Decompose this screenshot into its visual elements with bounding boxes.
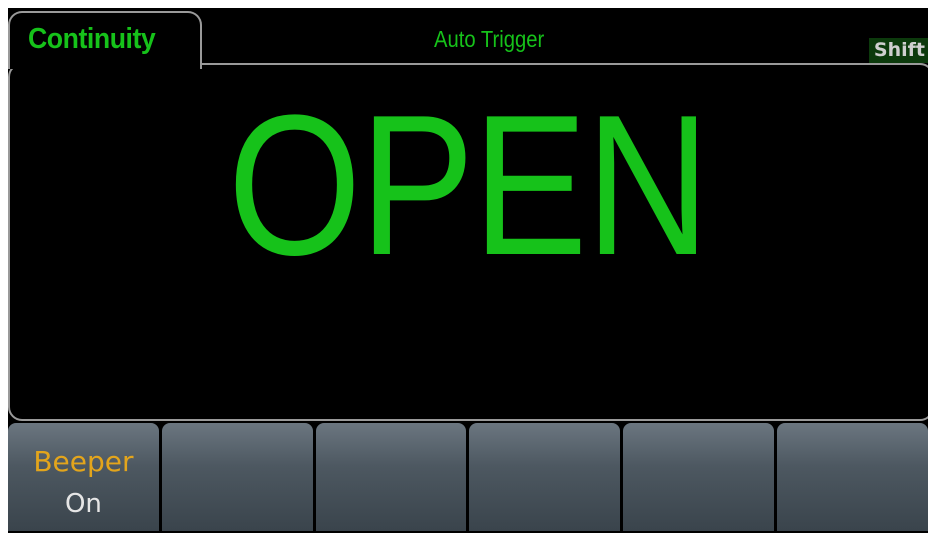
- shift-indicator: Shift: [868, 38, 928, 63]
- function-tab: Continuity: [8, 11, 202, 69]
- softkey-4[interactable]: [469, 423, 621, 531]
- softkey-beeper[interactable]: Beeper On: [8, 423, 159, 531]
- softkey-value: On: [64, 489, 102, 519]
- measurement-reading: OPEN: [227, 74, 710, 297]
- softkey-title: Beeper: [33, 445, 134, 478]
- softkey-5[interactable]: [623, 423, 775, 531]
- softkey-bar: Beeper On: [8, 423, 928, 533]
- softkey-6[interactable]: [777, 423, 928, 531]
- function-label: Continuity: [28, 23, 156, 55]
- instrument-display: Continuity Auto Trigger Shift OPEN Beepe…: [8, 8, 928, 533]
- softkey-2[interactable]: [161, 423, 313, 531]
- trigger-mode-label: Auto Trigger: [434, 26, 545, 52]
- softkey-3[interactable]: [315, 423, 467, 531]
